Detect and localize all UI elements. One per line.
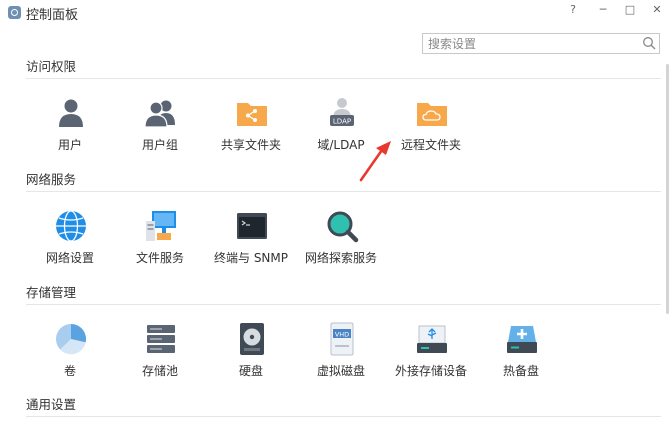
- control-item-label: 共享文件夹: [220, 138, 281, 152]
- search-icon[interactable]: [642, 36, 656, 50]
- ldap-icon: LDAP: [330, 98, 354, 126]
- window-title: 控制面板: [26, 8, 79, 23]
- usb-storage-icon: [417, 325, 447, 353]
- control-item-label: 网络设置: [45, 251, 94, 265]
- control-item-label: 网络探索服务: [304, 251, 377, 265]
- section-divider: [26, 78, 661, 79]
- remote-folder-icon: [417, 103, 447, 126]
- control-item-label: 外接存储设备: [394, 364, 467, 378]
- control-item-user-group[interactable]: 用户组: [115, 82, 205, 174]
- control-item-hot-spare[interactable]: 热备盘: [476, 308, 566, 400]
- vhd-badge-text: VHD: [335, 330, 349, 338]
- discovery-icon: [327, 211, 359, 243]
- maximize-button[interactable]: □: [621, 2, 639, 18]
- user-icon: [59, 99, 83, 127]
- section-divider: [26, 416, 661, 417]
- control-item-volume[interactable]: 卷: [25, 308, 115, 400]
- help-button[interactable]: ?: [564, 2, 582, 18]
- control-item-label: 远程文件夹: [400, 138, 461, 152]
- search-box: [422, 33, 660, 54]
- section-divider: [26, 191, 661, 192]
- control-item-label: 文件服务: [135, 251, 184, 265]
- storage-pool-icon: [147, 325, 175, 353]
- terminal-icon: [237, 213, 267, 239]
- control-item-network-settings[interactable]: 网络设置: [25, 195, 115, 287]
- hot-spare-icon: [507, 326, 537, 353]
- red-arrow-annotation: [359, 141, 391, 182]
- hard-disk-icon: [240, 323, 264, 355]
- section-title-network: 网络服务: [26, 172, 77, 187]
- search-input[interactable]: [425, 34, 641, 53]
- title-bar: 控制面板 ? ─ □ ✕: [0, 0, 670, 24]
- section-divider: [26, 304, 661, 305]
- globe-icon: [56, 210, 86, 242]
- control-item-storage-pool[interactable]: 存储池: [115, 308, 205, 400]
- section-title-storage: 存储管理: [26, 285, 77, 300]
- ldap-badge-text: LDAP: [333, 118, 351, 126]
- section-title-general: 通用设置: [26, 397, 77, 412]
- control-item-terminal-snmp[interactable]: 终端与 SNMP: [206, 195, 296, 287]
- minimize-button[interactable]: ─: [594, 2, 612, 18]
- scrollbar-thumb[interactable]: [666, 64, 669, 314]
- section-title-access: 访问权限: [26, 59, 77, 74]
- control-item-user[interactable]: 用户: [25, 82, 115, 174]
- shared-folder-icon: [237, 103, 267, 126]
- user-group-icon: [144, 100, 175, 128]
- file-service-icon: [146, 211, 176, 241]
- control-item-label: 热备盘: [502, 364, 539, 378]
- control-item-label: 存储池: [141, 364, 178, 378]
- control-item-label: 卷: [63, 364, 76, 378]
- control-item-virtual-disk[interactable]: VHD 虚拟磁盘: [296, 308, 386, 400]
- control-item-label: 终端与 SNMP: [214, 251, 288, 265]
- volume-pie-icon: [56, 324, 86, 355]
- control-item-external-storage[interactable]: 外接存储设备: [386, 308, 476, 400]
- control-item-remote-folder[interactable]: 远程文件夹: [386, 82, 476, 174]
- vhd-icon: VHD: [330, 322, 354, 356]
- control-panel-app-icon: [8, 6, 21, 19]
- close-button[interactable]: ✕: [648, 2, 666, 18]
- control-item-label: 用户组: [141, 138, 178, 152]
- control-item-label: 用户: [57, 138, 82, 152]
- control-item-network-discovery[interactable]: 网络探索服务: [296, 195, 386, 287]
- control-item-file-service[interactable]: 文件服务: [115, 195, 205, 287]
- control-item-shared-folder[interactable]: 共享文件夹: [206, 82, 296, 174]
- control-item-hard-disk[interactable]: 硬盘: [206, 308, 296, 400]
- control-item-label: 硬盘: [238, 364, 263, 378]
- control-item-label: 虚拟磁盘: [316, 364, 365, 378]
